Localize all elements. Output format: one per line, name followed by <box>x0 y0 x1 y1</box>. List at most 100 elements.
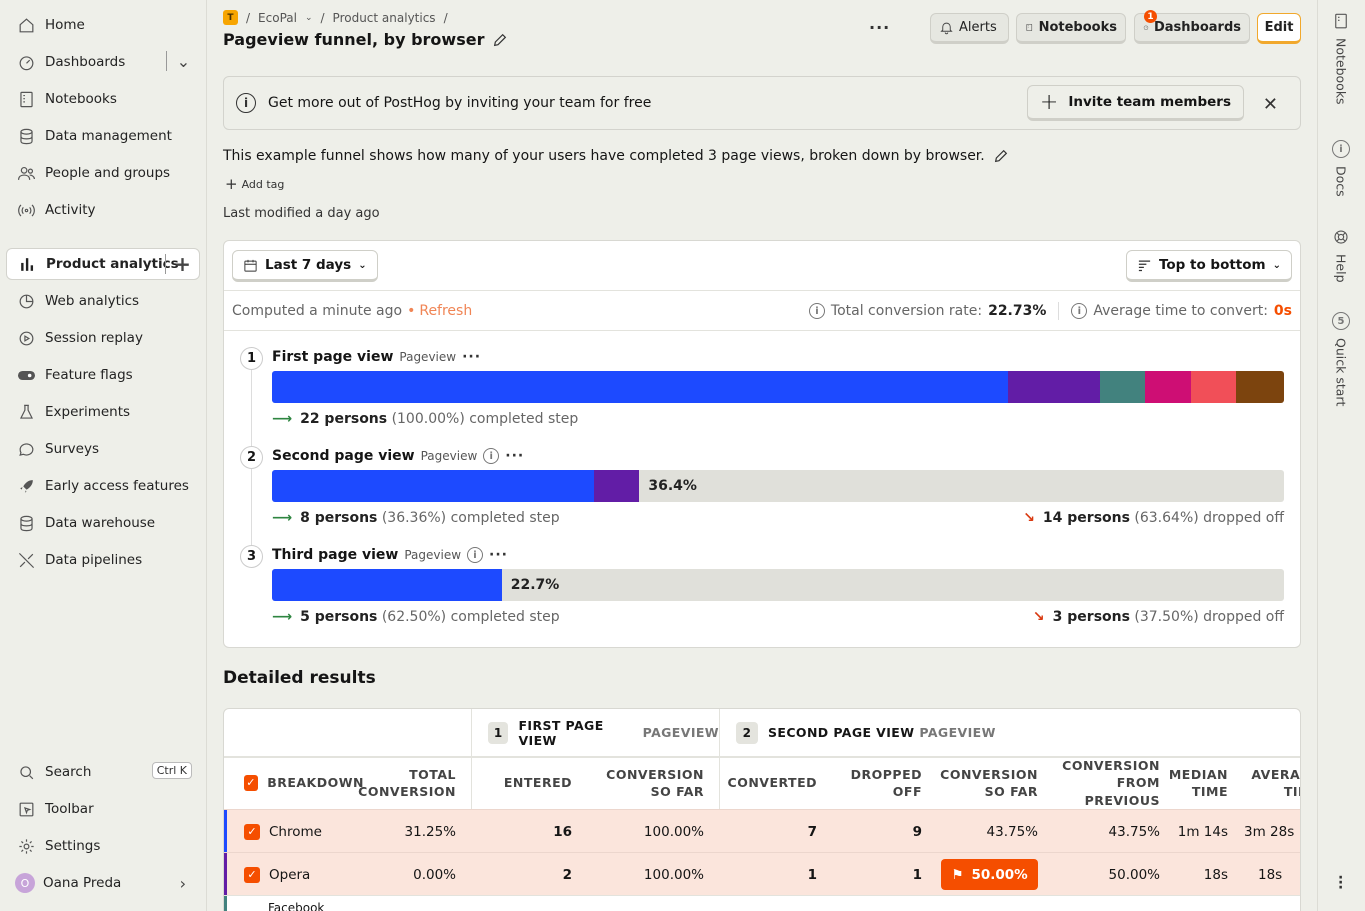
bar-segment[interactable] <box>272 569 502 601</box>
add-tag-button[interactable]: + Add tag <box>225 175 284 193</box>
bar-chart-icon <box>16 253 38 275</box>
side-panel-notebooks[interactable]: Notebooks <box>1332 12 1350 105</box>
step-number: 3 <box>240 545 263 568</box>
col-breakdown[interactable]: ✓ BREAKDOWN <box>244 757 364 809</box>
sidebar-item-dashboards[interactable]: Dashboards ⌄ <box>6 46 200 78</box>
sidebar-item-surveys[interactable]: Surveys <box>6 433 200 465</box>
step-event: Pageview <box>420 449 478 463</box>
invite-team-button[interactable]: + Invite team members <box>1026 85 1244 121</box>
chat-icon <box>15 438 37 460</box>
more-icon[interactable]: ··· <box>869 18 890 37</box>
notebooks-button[interactable]: Notebooks <box>1016 13 1126 44</box>
checkbox-icon[interactable]: ✓ <box>244 866 260 883</box>
col-conversion-so-far-2[interactable]: CONVERSION SO FAR <box>934 757 1038 809</box>
bar-segment[interactable] <box>1099 371 1146 403</box>
col-conversion-from-previous[interactable]: CONVERSION FROM PREVIOUS <box>1044 757 1160 809</box>
right-side-panel: Notebooks i Docs Help 5 Quick start · · · <box>1317 0 1365 911</box>
info-icon[interactable]: i <box>483 448 500 464</box>
sidebar-item-notebooks[interactable]: Notebooks <box>6 83 200 115</box>
dashboard-icon <box>15 51 37 73</box>
sidebar-item-session-replay[interactable]: Session replay <box>6 322 200 354</box>
bar-segment[interactable] <box>1236 371 1284 403</box>
sidebar-item-feature-flags[interactable]: Feature flags <box>6 359 200 391</box>
insight-description: This example funnel shows how many of yo… <box>223 148 1009 164</box>
col-entered[interactable]: ENTERED <box>482 757 572 809</box>
col-median-time[interactable]: MEDIAN TIME <box>1169 757 1228 809</box>
info-icon[interactable]: i <box>467 547 484 563</box>
edit-button[interactable]: Edit <box>1257 13 1301 44</box>
more-vertical-icon[interactable]: · · · <box>1338 871 1343 895</box>
sidebar-item-search[interactable]: Search Ctrl K <box>6 756 200 788</box>
step-3-bar[interactable]: 22.7% <box>272 569 1284 601</box>
sidebar-item-early-access[interactable]: Early access features <box>6 470 200 502</box>
col-total-conversion[interactable]: TOTAL CONVERSION <box>358 757 456 809</box>
bar-segment[interactable] <box>272 470 594 502</box>
total-conversion-value: 22.73% <box>988 303 1047 319</box>
chevron-down-icon[interactable]: ⌄ <box>166 51 200 71</box>
funnel-step-2: 2 Second page view Pageview i ··· 36.4% ⟶ 8 … <box>240 446 1285 545</box>
chevron-right-icon: › <box>179 873 186 893</box>
sidebar-item-account[interactable]: O Oana Preda › <box>6 867 200 899</box>
bar-segment[interactable] <box>1007 371 1100 403</box>
arrow-right-icon: ⟶ <box>272 411 293 427</box>
chevron-down-icon[interactable]: ⌄ <box>305 13 313 23</box>
sidebar-item-web-analytics[interactable]: Web analytics <box>6 285 200 317</box>
refresh-link[interactable]: Refresh <box>419 303 472 319</box>
breadcrumb-section[interactable]: Product analytics <box>333 11 436 25</box>
side-panel-quick-start[interactable]: 5 Quick start <box>1332 312 1350 406</box>
table-row[interactable]: ✓ Chrome 31.25% 16 100.00% 7 9 43.75% 43.… <box>224 809 1300 853</box>
sidebar-item-data-management[interactable]: Data management <box>6 120 200 152</box>
highlight-badge[interactable]: ⚑ 50.00% <box>941 859 1038 890</box>
layout-select[interactable]: Top to bottom ⌄ <box>1125 250 1292 282</box>
sidebar: Home Dashboards ⌄ Notebooks Data manageme… <box>0 0 207 911</box>
sidebar-item-data-warehouse[interactable]: Data warehouse <box>6 507 200 539</box>
avg-time-value: 0s <box>1273 303 1292 319</box>
sidebar-item-settings[interactable]: Settings <box>6 830 200 862</box>
side-panel-help[interactable]: Help <box>1332 228 1350 283</box>
sidebar-item-experiments[interactable]: Experiments <box>6 396 200 428</box>
checkbox-icon[interactable]: ✓ <box>244 823 260 840</box>
pie-chart-icon <box>15 290 37 312</box>
more-icon[interactable]: ··· <box>505 448 524 464</box>
sidebar-item-product-analytics[interactable]: Product analytics + <box>6 248 200 280</box>
step-2-bar[interactable]: 36.4% <box>272 470 1284 502</box>
side-panel-docs[interactable]: i Docs <box>1332 140 1350 197</box>
date-range-select[interactable]: Last 7 days ⌄ <box>232 250 378 282</box>
col-converted[interactable]: CONVERTED <box>728 757 817 809</box>
pencil-icon[interactable] <box>492 32 508 48</box>
alerts-button[interactable]: Alerts <box>930 13 1009 44</box>
plus-icon: + <box>1039 89 1059 115</box>
sidebar-item-data-pipelines[interactable]: Data pipelines <box>6 544 200 576</box>
sidebar-item-toolbar[interactable]: Toolbar <box>6 793 200 825</box>
breadcrumb-project[interactable]: EcoPal <box>258 11 297 25</box>
sidebar-item-people[interactable]: People and groups <box>6 157 200 189</box>
bar-segment[interactable] <box>1190 371 1237 403</box>
dashboards-button[interactable]: 1 Dashboards <box>1134 10 1250 44</box>
page-title-row: Pageview funnel, by browser <box>223 30 508 49</box>
page-title: Pageview funnel, by browser <box>223 30 485 49</box>
col-conversion-so-far[interactable]: CONVERSION SO FAR <box>594 757 704 809</box>
more-icon[interactable]: ··· <box>462 349 481 365</box>
table-row[interactable]: ✓ Opera 0.00% 2 100.00% 1 1 ⚑ 50.00% 50.00… <box>224 852 1300 896</box>
play-icon <box>15 327 37 349</box>
flask-icon <box>15 401 37 423</box>
col-dropped-off[interactable]: DROPPED OFF <box>824 757 922 809</box>
table-row[interactable]: Facebook <box>224 895 1300 911</box>
database-icon <box>15 512 37 534</box>
activity-icon <box>15 199 37 221</box>
results-table: 1 FIRST PAGE VIEW PAGEVIEW 2 SECOND PAGE VI… <box>223 708 1301 911</box>
sidebar-item-home[interactable]: Home <box>6 9 200 41</box>
more-icon[interactable]: ··· <box>489 547 508 563</box>
bar-segment[interactable] <box>1145 371 1191 403</box>
plus-icon[interactable]: + <box>165 252 199 276</box>
step-event: Pageview <box>404 548 462 562</box>
step-1-bar[interactable] <box>272 371 1284 403</box>
checkbox-icon[interactable]: ✓ <box>244 775 259 791</box>
sidebar-item-activity[interactable]: Activity <box>6 194 200 226</box>
bar-segment[interactable] <box>272 371 1008 403</box>
pencil-icon[interactable] <box>993 148 1009 164</box>
page-header: T / EcoPal ⌄ / Product analytics / Pagevi… <box>207 0 1317 60</box>
close-icon[interactable]: ✕ <box>1263 94 1278 115</box>
col-average-time[interactable]: AVERAGE TIME <box>1238 757 1300 809</box>
bar-segment[interactable] <box>593 470 640 502</box>
